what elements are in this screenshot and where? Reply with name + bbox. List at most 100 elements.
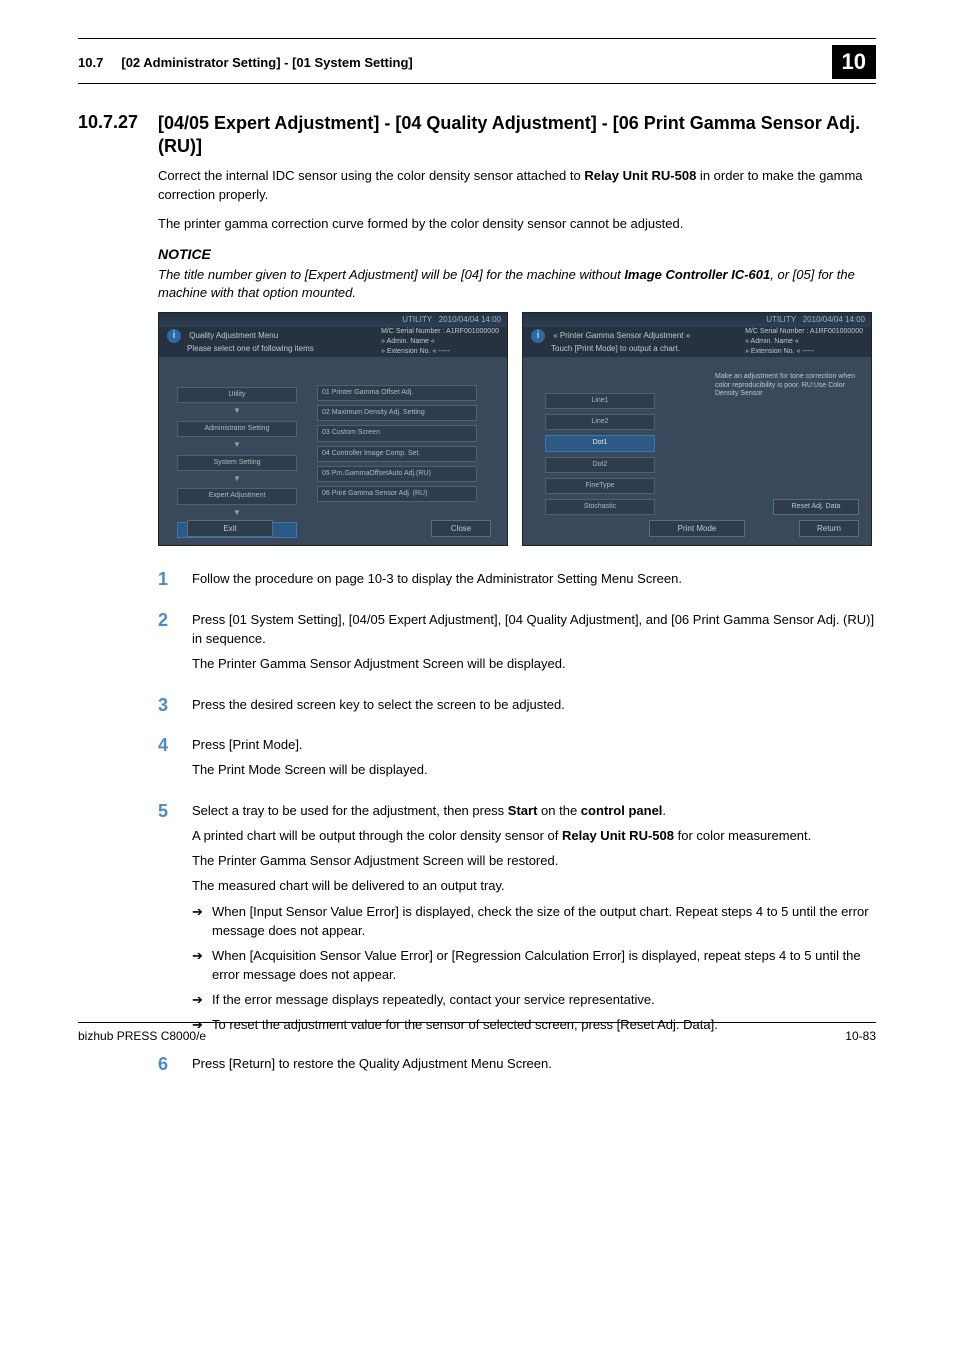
chevron-down-icon: ▼	[177, 405, 297, 417]
step-number: 2	[158, 611, 192, 682]
step-5b: A printed chart will be output through t…	[192, 827, 876, 846]
menu-item-05[interactable]: 05 Prn.GammaOffsetAuto Adj.(RU)	[317, 466, 477, 482]
step-5c: The Printer Gamma Sensor Adjustment Scre…	[192, 852, 876, 871]
screen-stochastic[interactable]: Stochastic	[545, 499, 655, 515]
shotA-topbar-label: UTILITY	[402, 314, 432, 326]
exit-button[interactable]: Exit	[187, 520, 273, 538]
shotB-admin: » Admin. Name «	[745, 337, 863, 347]
shotB-info: i « Printer Gamma Sensor Adjustment » To…	[531, 329, 690, 355]
menu-item-04[interactable]: 04 Controller Image Comp. Set.	[317, 446, 477, 462]
shotB-ext: » Extension No. « -----	[745, 347, 863, 357]
step-5: 5 Select a tray to be used for the adjus…	[158, 802, 876, 1040]
s5a-b1: Start	[508, 803, 538, 818]
shotA-meta: M/C Serial Number : A1RF001000000 » Admi…	[381, 327, 499, 357]
info-icon: i	[531, 329, 545, 343]
screenshot-left: UTILITY 2010/04/04 14:00 i Quality Adjus…	[158, 312, 508, 546]
header-section-title: [02 Administrator Setting] - [01 System …	[121, 55, 412, 70]
info-icon: i	[167, 329, 181, 343]
shotA-ext: » Extension No. « -----	[381, 347, 499, 357]
shotA-menu-col: 01 Printer Gamma Offset Adj. 02 Maximum …	[317, 385, 477, 506]
step-5d: The measured chart will be delivered to …	[192, 877, 876, 896]
menu-item-06[interactable]: 06 Print Gamma Sensor Adj. (RU)	[317, 486, 477, 502]
menu-item-02[interactable]: 02 Maximum Density Adj. Setting	[317, 405, 477, 421]
running-header: 10.7 [02 Administrator Setting] - [01 Sy…	[78, 45, 876, 83]
header-breadcrumb: 10.7 [02 Administrator Setting] - [01 Sy…	[78, 55, 413, 70]
page-footer: bizhub PRESS C8000/e 10-83	[78, 1022, 876, 1043]
section-heading: 10.7.27 [04/05 Expert Adjustment] - [04 …	[78, 112, 876, 157]
return-button[interactable]: Return	[799, 520, 859, 538]
shotB-workarea: Make an adjustment for tone correction w…	[523, 357, 871, 545]
step-5-text: Select a tray to be used for the adjustm…	[192, 802, 876, 821]
bullet-1: ➔When [Input Sensor Value Error] is disp…	[192, 903, 876, 941]
step-number: 4	[158, 736, 192, 788]
screen-dot2[interactable]: Dot2	[545, 457, 655, 473]
procedure-steps: 1 Follow the procedure on page 10-3 to d…	[158, 570, 876, 1081]
bullet-1-text: When [Input Sensor Value Error] is displ…	[212, 903, 876, 941]
section-title: [04/05 Expert Adjustment] - [04 Quality …	[158, 112, 876, 157]
bullet-2: ➔When [Acquisition Sensor Value Error] o…	[192, 947, 876, 985]
step-number: 3	[158, 696, 192, 723]
step-5-bullets: ➔When [Input Sensor Value Error] is disp…	[192, 903, 876, 1034]
shotB-time: 2010/04/04 14:00	[803, 314, 865, 326]
section-number: 10.7.27	[78, 112, 158, 133]
shotB-info-t2: Touch [Print Mode] to output a chart.	[551, 344, 680, 353]
shotA-admin: » Admin. Name «	[381, 337, 499, 347]
header-rule-top	[78, 38, 876, 39]
print-mode-button[interactable]: Print Mode	[649, 520, 745, 538]
crumb-admin[interactable]: Administrator Setting	[177, 421, 297, 437]
footer-left: bizhub PRESS C8000/e	[78, 1029, 206, 1043]
step-6-text: Press [Return] to restore the Quality Ad…	[192, 1055, 876, 1074]
shotA-time: 2010/04/04 14:00	[439, 314, 501, 326]
shotA-titlebar: i Quality Adjustment Menu Please select …	[159, 327, 507, 357]
bullet-2-text: When [Acquisition Sensor Value Error] or…	[212, 947, 876, 985]
crumb-expert[interactable]: Expert Adjustment	[177, 488, 297, 504]
step-4-result: The Print Mode Screen will be displayed.	[192, 761, 876, 780]
close-button[interactable]: Close	[431, 520, 491, 538]
step-number: 1	[158, 570, 192, 597]
chevron-down-icon: ▼	[177, 439, 297, 451]
shotB-topbar: UTILITY 2010/04/04 14:00	[523, 313, 871, 327]
shotA-info-t1: Quality Adjustment Menu	[189, 331, 278, 340]
step-3: 3 Press the desired screen key to select…	[158, 696, 876, 723]
s5b-post: for color measurement.	[674, 828, 811, 843]
screenshot-right: UTILITY 2010/04/04 14:00 i « Printer Gam…	[522, 312, 872, 546]
crumb-utility[interactable]: Utility	[177, 387, 297, 403]
shotA-topbar: UTILITY 2010/04/04 14:00	[159, 313, 507, 327]
screen-finetype[interactable]: FineType	[545, 478, 655, 494]
intro-p1: Correct the internal IDC sensor using th…	[158, 167, 872, 205]
intro-p2: The printer gamma correction curve forme…	[158, 215, 872, 234]
step-2-result: The Printer Gamma Sensor Adjustment Scre…	[192, 655, 876, 674]
intro-p1b: Relay Unit RU-508	[584, 168, 696, 183]
intro-block: Correct the internal IDC sensor using th…	[158, 167, 872, 546]
shotA-info-t2: Please select one of following items	[187, 344, 314, 353]
menu-item-01[interactable]: 01 Printer Gamma Offset Adj.	[317, 385, 477, 401]
screen-line2[interactable]: Line2	[545, 414, 655, 430]
screen-line1[interactable]: Line1	[545, 393, 655, 409]
step-1-text: Follow the procedure on page 10-3 to dis…	[192, 570, 876, 589]
notice-t1: The title number given to [Expert Adjust…	[158, 267, 624, 282]
footer-right: 10-83	[845, 1029, 876, 1043]
menu-item-03[interactable]: 03 Custom Screen	[317, 425, 477, 441]
shotB-hint: Make an adjustment for tone correction w…	[715, 373, 857, 398]
step-1: 1 Follow the procedure on page 10-3 to d…	[158, 570, 876, 597]
s5b-b: Relay Unit RU-508	[562, 828, 674, 843]
step-4: 4 Press [Print Mode]. The Print Mode Scr…	[158, 736, 876, 788]
crumb-system[interactable]: System Setting	[177, 455, 297, 471]
shotB-serial: M/C Serial Number : A1RF001000000	[745, 327, 863, 337]
screenshot-row: UTILITY 2010/04/04 14:00 i Quality Adjus…	[158, 312, 872, 546]
header-section-no: 10.7	[78, 55, 103, 70]
reset-adj-data-button[interactable]: Reset Adj. Data	[773, 499, 859, 515]
step-4-text: Press [Print Mode].	[192, 736, 876, 755]
s5a-mid: on the	[537, 803, 580, 818]
step-6: 6 Press [Return] to restore the Quality …	[158, 1055, 876, 1082]
s5b-pre: A printed chart will be output through t…	[192, 828, 562, 843]
arrow-icon: ➔	[192, 903, 212, 941]
shotB-topbar-label: UTILITY	[766, 314, 796, 326]
step-2-text: Press [01 System Setting], [04/05 Expert…	[192, 611, 876, 649]
s5a-post: .	[662, 803, 666, 818]
arrow-icon: ➔	[192, 947, 212, 985]
step-number: 5	[158, 802, 192, 1040]
screen-dot1[interactable]: Dot1	[545, 435, 655, 451]
intro-p1a: Correct the internal IDC sensor using th…	[158, 168, 584, 183]
notice-label: NOTICE	[158, 244, 872, 264]
